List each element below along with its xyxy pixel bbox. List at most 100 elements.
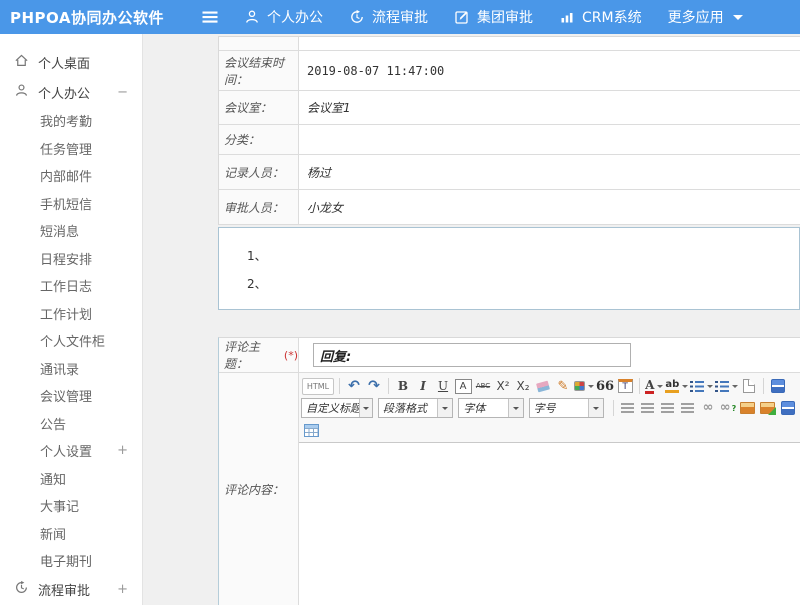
highlight-color-icon[interactable]: ab: [665, 376, 688, 396]
font-family-select[interactable]: 字体: [458, 398, 523, 418]
expand-toggle[interactable]: +: [117, 443, 128, 458]
sidebar-item-personal-settings[interactable]: 个人设置+: [0, 437, 142, 465]
nav-label: 个人办公: [267, 7, 323, 27]
sidebar-item-personal-desktop[interactable]: 个人桌面: [0, 47, 142, 77]
bold-icon[interactable]: B: [394, 376, 412, 396]
nav-more-apps[interactable]: 更多应用: [668, 7, 743, 27]
image-manager-icon[interactable]: [759, 398, 777, 418]
sidebar-item-my-attendance[interactable]: 我的考勤: [0, 107, 142, 135]
italic-icon[interactable]: I: [414, 376, 432, 396]
edit-icon: [454, 9, 470, 25]
align-left-icon[interactable]: [619, 398, 637, 418]
sidebar-item-task-management[interactable]: 任务管理: [0, 135, 142, 163]
hamburger-menu-icon[interactable]: [200, 7, 220, 27]
sidebar-item-label: 电子期刊: [40, 551, 92, 570]
sidebar-item-label: 短消息: [40, 221, 79, 240]
table-row-end-time: 会议结束时间： 2019-08-07 11:47:00: [219, 51, 800, 91]
sidebar-item-label: 大事记: [40, 496, 79, 515]
sidebar-item-major-events[interactable]: 大事记: [0, 492, 142, 520]
sidebar-item-personal-files[interactable]: 个人文件柜: [0, 327, 142, 355]
sidebar-item-label: 新闻: [40, 524, 66, 543]
table-row-recorder: 记录人员： 杨过: [219, 155, 800, 190]
sidebar-item-short-message[interactable]: 短消息: [0, 217, 142, 245]
caret-down-icon: [733, 15, 743, 25]
sidebar-item-work-plan[interactable]: 工作计划: [0, 300, 142, 328]
redo-icon[interactable]: ↷: [365, 376, 383, 396]
nav-label: 集团审批: [477, 7, 533, 27]
paste-from-word-icon[interactable]: T: [616, 376, 634, 396]
align-right-icon[interactable]: [659, 398, 677, 418]
comment-subject-input[interactable]: [313, 343, 631, 367]
app-window: PHPOA协同办公软件 个人办公 流程审批 集团审批: [0, 0, 800, 605]
insert-video-icon[interactable]: [779, 398, 797, 418]
sidebar-item-label: 通知: [40, 469, 66, 488]
comment-form-table: 评论主题： (*) 评论内容： HTML ↶ ↷: [218, 337, 800, 605]
table-row-partial: [219, 37, 800, 51]
caret-down-icon: [588, 399, 603, 417]
nav-workflow-approval[interactable]: 流程审批: [349, 7, 428, 27]
field-label: 审批人员：: [219, 190, 299, 224]
subscript-icon[interactable]: X₂: [514, 376, 532, 396]
blockquote-icon[interactable]: 66: [596, 376, 614, 396]
new-page-icon[interactable]: [740, 376, 758, 396]
sidebar-item-announcement[interactable]: 公告: [0, 410, 142, 438]
sidebar-item-schedule[interactable]: 日程安排: [0, 245, 142, 273]
sidebar-item-mobile-sms[interactable]: 手机短信: [0, 190, 142, 218]
underline-icon[interactable]: U: [434, 376, 452, 396]
sidebar-item-personal-office[interactable]: 个人办公 −: [0, 77, 142, 107]
sidebar-submenu: 我的考勤 任务管理 内部邮件 手机短信 短消息 日程安排 工作日志 工作计划 个…: [0, 107, 142, 575]
sidebar-item-meeting-management[interactable]: 会议管理: [0, 382, 142, 410]
toolbar-separator: [388, 378, 389, 394]
background-color-icon[interactable]: [574, 376, 594, 396]
html-source-button[interactable]: HTML: [302, 378, 334, 395]
font-size-select[interactable]: 字号: [529, 398, 604, 418]
align-justify-icon[interactable]: [679, 398, 697, 418]
editor-content-area[interactable]: [299, 443, 800, 605]
paragraph-format-select[interactable]: 段落格式: [378, 398, 453, 418]
media-icon[interactable]: [769, 376, 787, 396]
insert-table-icon[interactable]: [302, 420, 320, 440]
field-label: 评论主题：: [224, 338, 281, 372]
user-icon: [244, 9, 260, 25]
sidebar-item-label: 个人文件柜: [40, 331, 105, 350]
collapse-toggle[interactable]: −: [117, 85, 128, 100]
sidebar-item-notice[interactable]: 通知: [0, 465, 142, 493]
text-border-icon[interactable]: A: [455, 379, 472, 394]
nav-crm-system[interactable]: CRM系统: [559, 7, 642, 27]
sidebar-item-work-log[interactable]: 工作日志: [0, 272, 142, 300]
superscript-icon[interactable]: X²: [494, 376, 512, 396]
sidebar-item-news[interactable]: 新闻: [0, 520, 142, 548]
nav-group-approval[interactable]: 集团审批: [454, 7, 533, 27]
field-label: 会议室：: [219, 91, 299, 124]
sidebar-item-label: 我的考勤: [40, 111, 92, 130]
unordered-list-icon[interactable]: [715, 376, 738, 396]
sidebar-item-internal-mail[interactable]: 内部邮件: [0, 162, 142, 190]
nav-personal-office[interactable]: 个人办公: [244, 7, 323, 27]
font-color-icon[interactable]: A: [645, 376, 663, 396]
custom-title-select[interactable]: 自定义标题: [301, 398, 373, 418]
history-icon: [14, 580, 38, 599]
chart-icon: [559, 9, 575, 25]
ordered-list-icon[interactable]: [690, 376, 713, 396]
top-nav: 个人办公 流程审批 集团审批 CRM系统 更多应用: [244, 7, 769, 27]
toolbar-separator: [339, 378, 340, 394]
caret-down-icon: [359, 399, 372, 417]
toolbar-separator: [639, 378, 640, 394]
sidebar-item-contacts[interactable]: 通讯录: [0, 355, 142, 383]
undo-icon[interactable]: ↶: [345, 376, 363, 396]
eraser-icon[interactable]: [534, 376, 552, 396]
link-icon[interactable]: ∞: [699, 398, 717, 418]
sidebar-item-e-journal[interactable]: 电子期刊: [0, 547, 142, 575]
format-brush-icon[interactable]: ✎: [554, 376, 572, 396]
strikethrough-icon[interactable]: ABC: [474, 376, 492, 396]
sidebar-item-workflow-approval[interactable]: 流程审批 +: [0, 575, 142, 605]
align-center-icon[interactable]: [639, 398, 657, 418]
insert-image-icon[interactable]: [739, 398, 757, 418]
unlink-icon[interactable]: ∞?: [719, 398, 737, 418]
expand-toggle[interactable]: +: [117, 582, 128, 597]
field-value: [299, 125, 800, 154]
sidebar-item-label: 任务管理: [40, 139, 92, 158]
toolbar-separator: [613, 400, 614, 416]
rich-text-editor: HTML ↶ ↷ B I U A ABC X² X₂: [299, 373, 800, 605]
sidebar-item-label: 工作日志: [40, 276, 92, 295]
